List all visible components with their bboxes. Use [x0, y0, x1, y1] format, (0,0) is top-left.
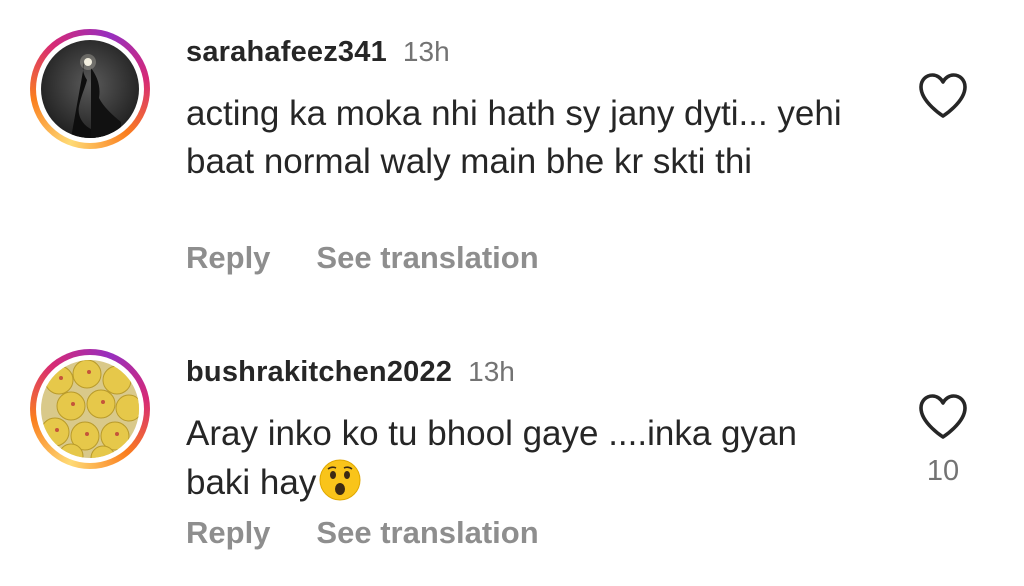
person-silhouette-avatar-icon — [41, 40, 139, 138]
reply-button[interactable]: Reply — [186, 515, 270, 551]
story-ring[interactable] — [30, 29, 150, 149]
avatar — [41, 360, 139, 458]
comment-timestamp: 13h — [402, 36, 450, 67]
comment-username[interactable]: sarahafeez341 — [186, 36, 387, 69]
see-translation-button[interactable]: See translation — [316, 515, 538, 551]
story-ring[interactable] — [30, 349, 150, 469]
comment-text-body: Aray inko ko tu bhool gaye ....inka gyan… — [186, 414, 797, 502]
reply-button[interactable]: Reply — [186, 240, 270, 276]
comment-username[interactable]: bushrakitchen2022 — [186, 356, 452, 389]
comment-text: acting ka moka nhi hath sy jany dyti... … — [186, 94, 842, 181]
astonished-face-emoji-icon — [319, 459, 361, 501]
see-translation-button[interactable]: See translation — [316, 240, 538, 276]
heart-icon[interactable] — [917, 393, 969, 441]
like-count: 10 — [926, 455, 960, 487]
comment-timestamp: 13h — [468, 356, 515, 387]
avatar — [41, 40, 139, 138]
comment-text: Aray inko ko tu bhool gaye ....inka gyan… — [186, 410, 866, 507]
heart-icon[interactable] — [917, 72, 969, 120]
sweets-plate-avatar-icon — [41, 360, 139, 458]
